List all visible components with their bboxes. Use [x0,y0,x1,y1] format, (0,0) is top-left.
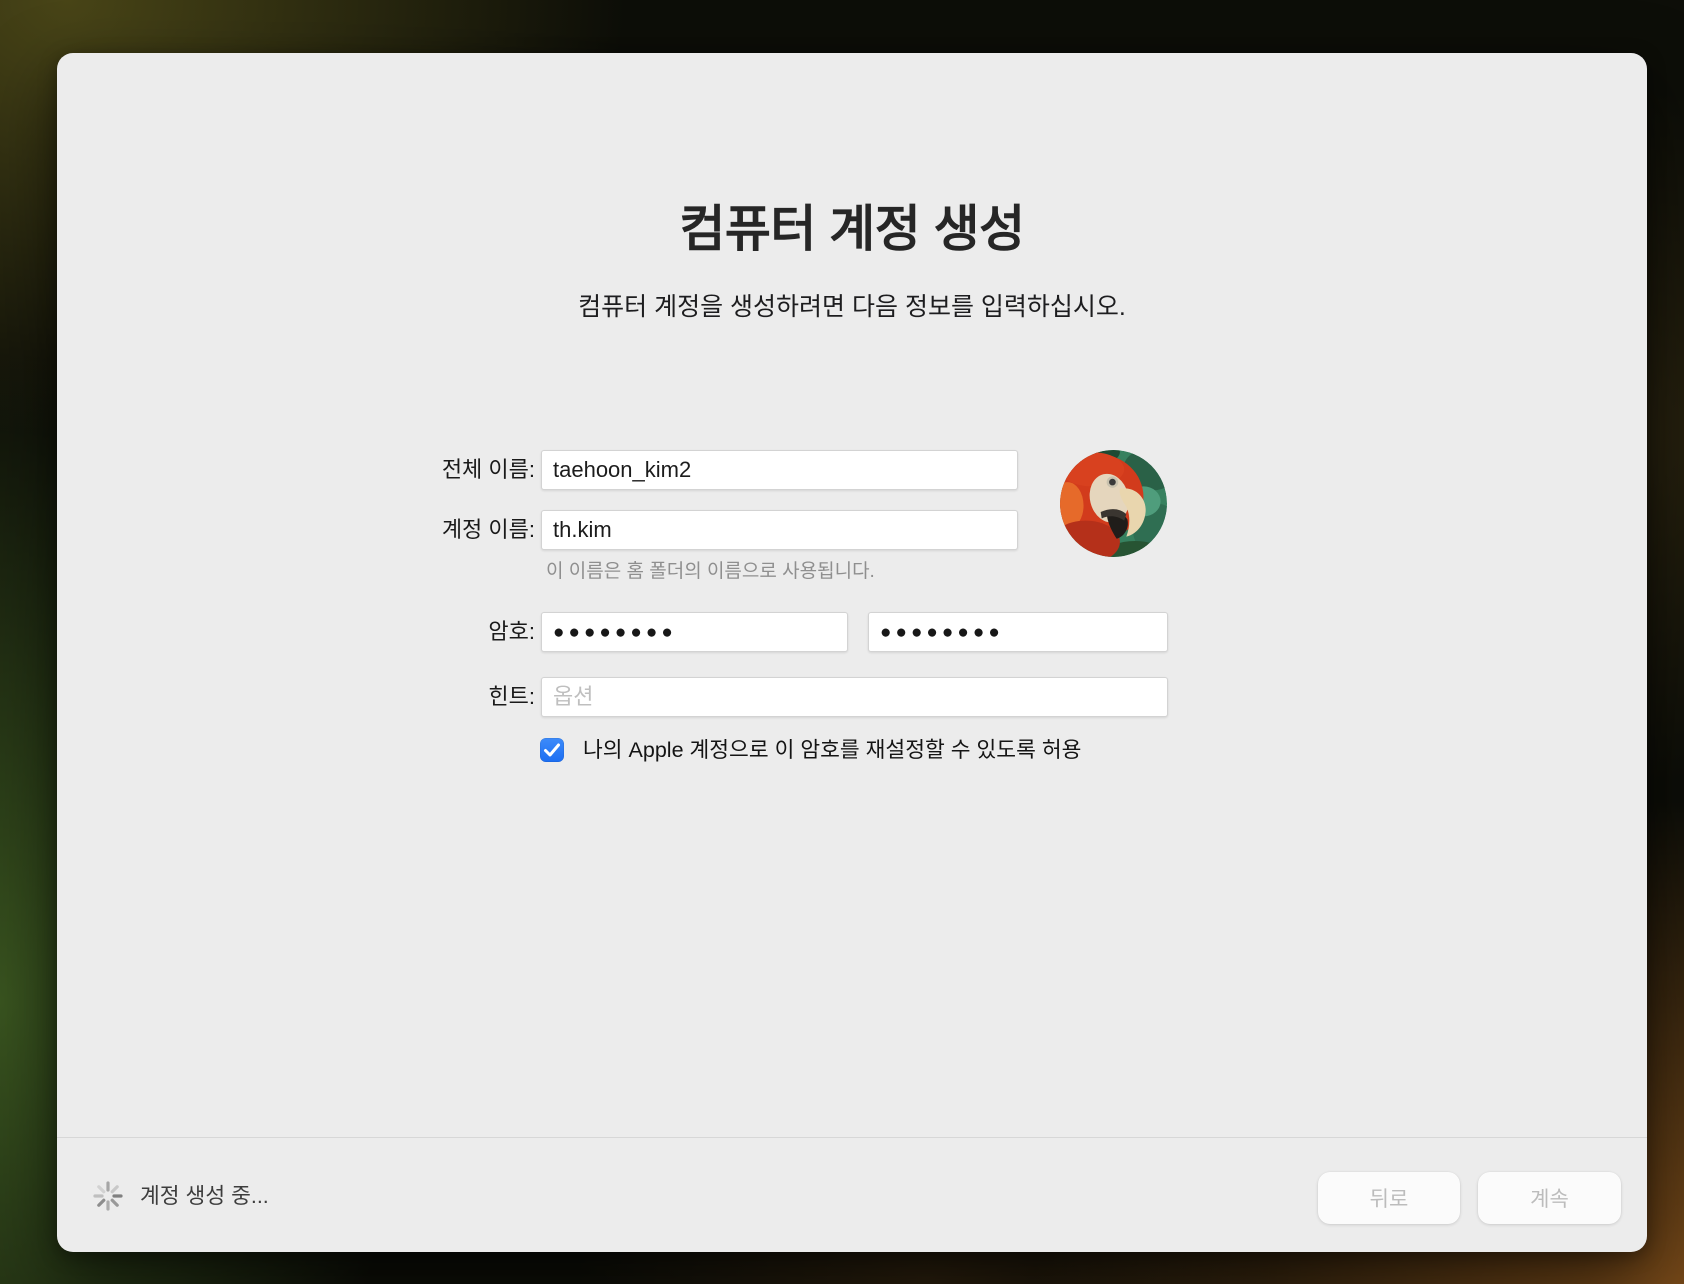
verify-password-input[interactable] [868,612,1168,652]
apple-reset-checkbox-label[interactable]: 나의 Apple 계정으로 이 암호를 재설정할 수 있도록 허용 [583,737,1081,763]
account-name-input[interactable] [541,510,1018,550]
apple-reset-checkbox[interactable] [540,738,564,762]
parrot-avatar-image [1060,450,1167,557]
password-input[interactable] [541,612,848,652]
page-subtitle: 컴퓨터 계정을 생성하려면 다음 정보를 입력하십시오. [57,287,1647,323]
password-label: 암호: [295,612,535,652]
back-button[interactable]: 뒤로 [1318,1172,1460,1224]
progress-spinner-icon [91,1179,125,1213]
user-avatar-parrot[interactable] [1060,450,1167,557]
hint-input[interactable] [541,677,1168,717]
account-name-helper-text: 이 이름은 홈 폴더의 이름으로 사용됩니다. [546,556,875,583]
checkmark-icon [540,738,564,762]
hint-label: 힌트: [295,677,535,717]
setup-assistant-window: 컴퓨터 계정 생성 컴퓨터 계정을 생성하려면 다음 정보를 입력하십시오. 전… [57,53,1647,1252]
continue-button[interactable]: 계속 [1478,1172,1621,1224]
account-name-label: 계정 이름: [295,510,535,550]
full-name-label: 전체 이름: [295,450,535,490]
footer-bar: 계정 생성 중... 뒤로 계속 [57,1138,1647,1252]
full-name-input[interactable] [541,450,1018,490]
status-text: 계정 생성 중... [140,1183,269,1209]
page-title: 컴퓨터 계정 생성 [57,189,1647,261]
